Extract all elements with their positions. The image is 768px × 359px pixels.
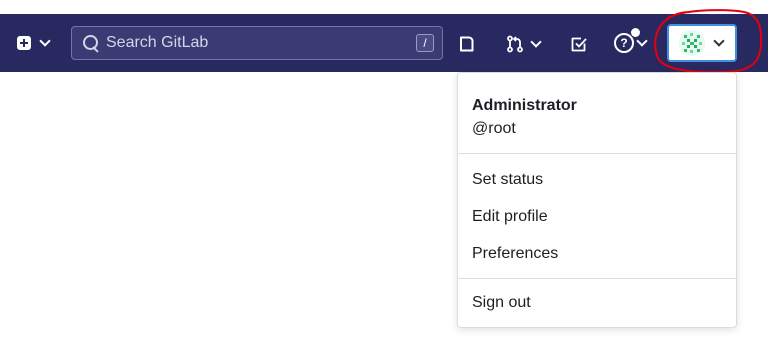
chevron-down-icon — [530, 36, 542, 48]
user-display-name: Administrator — [472, 97, 577, 114]
user-dropdown-menu: Administrator @root Set status Edit prof… — [457, 72, 737, 328]
chevron-down-icon — [39, 35, 51, 47]
user-info[interactable]: Administrator @root — [458, 73, 736, 153]
page: / ? — [0, 0, 768, 359]
search-box[interactable]: / — [71, 26, 443, 60]
search-input[interactable] — [106, 34, 406, 52]
merge-request-icon — [507, 35, 523, 53]
chevron-down-icon — [636, 35, 648, 47]
question-icon: ? — [614, 28, 640, 53]
preferences-item[interactable]: Preferences — [458, 235, 736, 272]
search-shortcut-key: / — [416, 34, 434, 52]
plus-square-icon — [17, 36, 31, 50]
edit-profile-item[interactable]: Edit profile — [458, 198, 736, 235]
todos-button[interactable] — [568, 33, 590, 55]
notification-dot — [631, 28, 640, 37]
set-status-item[interactable]: Set status — [458, 161, 736, 198]
issues-button[interactable] — [456, 33, 478, 55]
todo-check-icon — [571, 37, 587, 52]
red-annotation-circle — [654, 9, 763, 74]
search-icon — [82, 34, 100, 53]
help-button[interactable]: ? — [608, 28, 652, 56]
user-handle: @root — [472, 120, 516, 137]
issues-icon — [460, 36, 474, 52]
create-new-button[interactable] — [10, 33, 56, 53]
sign-out-item[interactable]: Sign out — [458, 284, 736, 321]
merge-requests-button[interactable] — [500, 33, 546, 55]
